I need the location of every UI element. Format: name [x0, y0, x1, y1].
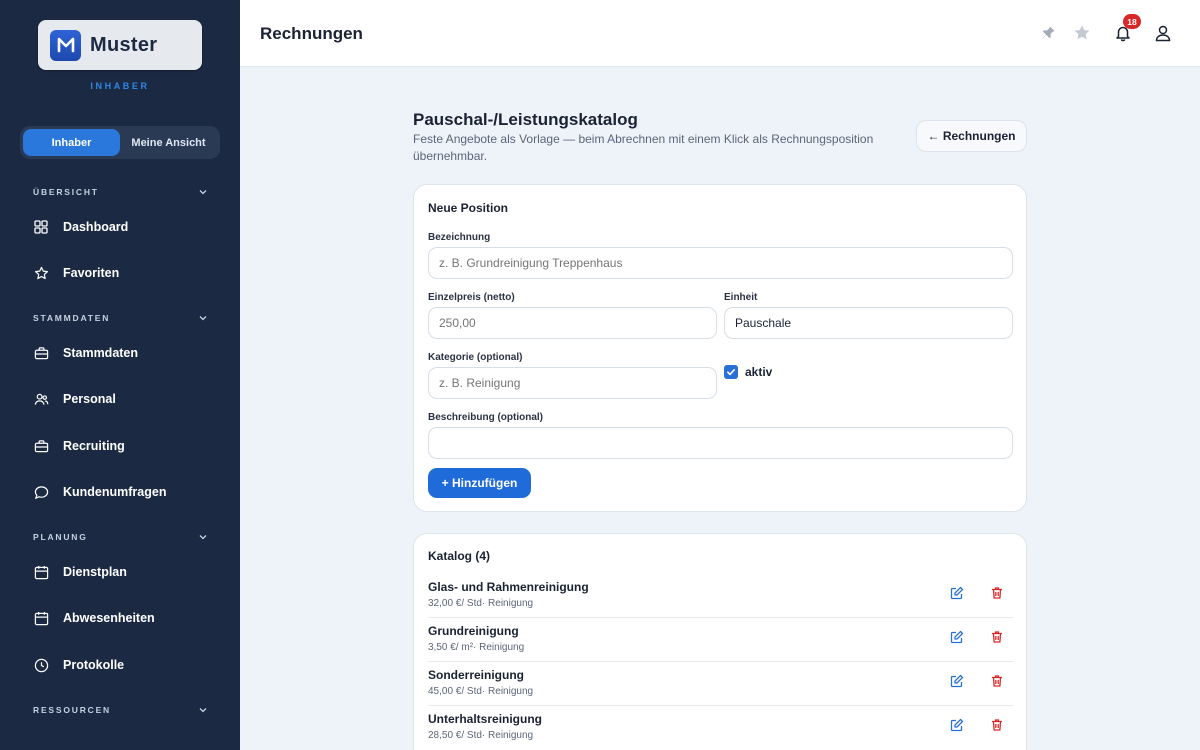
- sidebar-item-recruiting[interactable]: Recruiting: [33, 434, 223, 458]
- trash-icon[interactable]: [990, 674, 1004, 688]
- brand-name: Muster: [90, 33, 158, 56]
- chevron-down-icon: [199, 316, 207, 321]
- sidebar-item-kundenumfragen[interactable]: Kundenumfragen: [33, 480, 223, 504]
- section-planung-title: PLANUNG: [33, 532, 88, 542]
- bezeichnung-input[interactable]: [428, 247, 1013, 279]
- catalog-item-name: Glas- und Rahmenreinigung: [428, 580, 589, 594]
- chevron-down-icon: [199, 708, 207, 713]
- catalog-item-meta: 45,00 €/ Std· Reinigung: [428, 686, 534, 697]
- einzelpreis-input[interactable]: [428, 307, 717, 339]
- catalog-item-name: Sonderreinigung: [428, 668, 524, 682]
- trash-icon[interactable]: [990, 718, 1004, 732]
- briefcase-icon: [33, 345, 49, 361]
- sidebar-item-favoriten[interactable]: Favoriten: [33, 261, 223, 285]
- page-subtitle: Feste Angebote als Vorlage — beim Abrech…: [413, 132, 874, 163]
- kategorie-label: Kategorie (optional): [428, 352, 523, 363]
- section-uebersicht-title: ÜBERSICHT: [33, 187, 99, 197]
- section-stammdaten[interactable]: STAMMDATEN: [33, 313, 208, 323]
- sidebar-item-abwesenheiten[interactable]: Abwesenheiten: [33, 606, 223, 630]
- sidebar-item-label: Recruiting: [63, 439, 125, 453]
- sidebar-item-personal[interactable]: Personal: [33, 387, 223, 411]
- calendar-icon: [33, 610, 49, 626]
- beschreibung-input[interactable]: [428, 427, 1013, 459]
- section-stammdaten-title: STAMMDATEN: [33, 313, 111, 323]
- einheit-input[interactable]: [724, 307, 1013, 339]
- users-icon: [33, 391, 49, 407]
- aktiv-checkbox[interactable]: [724, 365, 738, 379]
- section-uebersicht[interactable]: ÜBERSICHT: [33, 187, 208, 197]
- section-ressourcen-title: RESSOURCEN: [33, 705, 111, 715]
- aktiv-checkbox-wrapper[interactable]: aktiv: [724, 365, 772, 379]
- sidebar-item-label: Stammdaten: [63, 346, 139, 360]
- briefcase-icon: [33, 438, 49, 454]
- new-position-card: Neue Position Bezeichnung Einzelpreis (n…: [413, 184, 1027, 512]
- grid-icon: [33, 219, 49, 235]
- sidebar-item-label: Abwesenheiten: [63, 611, 155, 625]
- pin-icon[interactable]: [1038, 23, 1058, 43]
- catalog-item-name: Unterhaltsreinigung: [428, 712, 543, 726]
- clock-icon: [33, 657, 49, 673]
- back-to-rechnungen-button[interactable]: ← Rechnungen: [916, 120, 1027, 152]
- catalog-row: Sonderreinigung 45,00 €/ Std· Reinigung: [428, 662, 1013, 706]
- chevron-down-icon: [199, 535, 207, 540]
- beschreibung-label: Beschreibung (optional): [428, 412, 543, 423]
- star-icon[interactable]: [1072, 23, 1092, 43]
- star-icon: [33, 265, 49, 281]
- calendar-icon: [33, 564, 49, 580]
- catalog-item-meta: 3,50 €/ m²· Reinigung: [428, 642, 525, 653]
- view-toggle: Inhaber Meine Ansicht: [20, 126, 220, 159]
- check-icon: [727, 369, 735, 376]
- section-ressourcen[interactable]: RESSOURCEN: [33, 705, 208, 715]
- toggle-inhaber[interactable]: Inhaber: [23, 129, 120, 156]
- einheit-label: Einheit: [724, 292, 758, 303]
- trash-icon[interactable]: [990, 630, 1004, 644]
- trash-icon[interactable]: [990, 586, 1004, 600]
- notification-badge: 18: [1123, 14, 1141, 29]
- sidebar-item-stammdaten[interactable]: Stammdaten: [33, 341, 223, 365]
- add-position-button[interactable]: + Hinzufügen: [428, 468, 531, 498]
- catalog-title: Katalog (4): [428, 549, 491, 563]
- edit-icon[interactable]: [950, 586, 964, 600]
- page-header-title: Rechnungen: [260, 24, 363, 43]
- catalog-row: Glas- und Rahmenreinigung 32,00 €/ Std· …: [428, 574, 1013, 618]
- user-icon[interactable]: [1153, 23, 1173, 43]
- sidebar: Muster INHABER Inhaber Meine Ansicht ÜBE…: [0, 0, 240, 750]
- catalog-item-meta: 28,50 €/ Std· Reinigung: [428, 730, 534, 741]
- role-caption: INHABER: [90, 81, 150, 91]
- brand-logo[interactable]: Muster: [38, 20, 202, 70]
- aktiv-label: aktiv: [745, 365, 773, 379]
- einzelpreis-label: Einzelpreis (netto): [428, 292, 515, 303]
- toggle-meine-ansicht[interactable]: Meine Ansicht: [120, 129, 217, 156]
- edit-icon[interactable]: [950, 674, 964, 688]
- chat-icon: [33, 484, 49, 500]
- chevron-down-icon: [199, 190, 207, 195]
- catalog-item-meta: 32,00 €/ Std· Reinigung: [428, 598, 534, 609]
- kategorie-input[interactable]: [428, 367, 717, 399]
- bezeichnung-label: Bezeichnung: [428, 232, 491, 243]
- catalog-item-name: Grundreinigung: [428, 624, 519, 638]
- sidebar-item-dienstplan[interactable]: Dienstplan: [33, 560, 223, 584]
- catalog-row: Grundreinigung 3,50 €/ m²· Reinigung: [428, 618, 1013, 662]
- sidebar-item-label: Kundenumfragen: [63, 485, 167, 499]
- edit-icon[interactable]: [950, 630, 964, 644]
- sidebar-item-label: Favoriten: [63, 266, 120, 280]
- sidebar-item-dashboard[interactable]: Dashboard: [33, 215, 223, 239]
- top-header: Rechnungen 18: [240, 0, 1200, 67]
- sidebar-item-label: Dashboard: [63, 220, 129, 234]
- catalog-row: Unterhaltsreinigung 28,50 €/ Std· Reinig…: [428, 706, 1013, 750]
- logo-m-icon: [50, 29, 81, 61]
- sidebar-item-label: Personal: [63, 392, 116, 406]
- page-title: Pauschal-/Leistungskatalog: [413, 110, 638, 129]
- edit-icon[interactable]: [950, 718, 964, 732]
- catalog-card: Katalog (4) Glas- und Rahmenreinigung 32…: [413, 533, 1027, 750]
- form-title: Neue Position: [428, 201, 509, 215]
- section-planung[interactable]: PLANUNG: [33, 532, 208, 542]
- sidebar-item-label: Protokolle: [63, 658, 125, 672]
- sidebar-item-protokolle[interactable]: Protokolle: [33, 653, 223, 677]
- sidebar-item-label: Dienstplan: [63, 565, 127, 579]
